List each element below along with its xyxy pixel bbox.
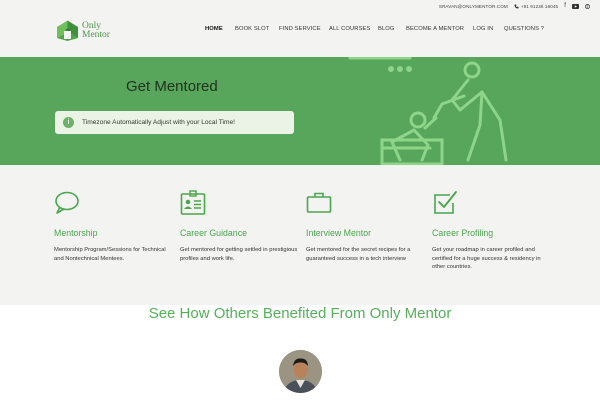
- briefcase-icon: [306, 192, 332, 213]
- top-contact-bar: SRAVAN@ONLYMENTOR.COM +91 91236 16045 f: [439, 3, 590, 9]
- nav-log-in[interactable]: LOG IN: [473, 26, 504, 32]
- hero-title: Get Mentored: [126, 78, 218, 95]
- logo-text-line2: Mentor: [82, 29, 110, 40]
- logo-text: Only Mentor: [82, 21, 110, 40]
- youtube-icon[interactable]: [572, 3, 579, 9]
- nav-become-a-mentor[interactable]: BECOME A MENTOR: [406, 26, 473, 32]
- hero-banner: Get Mentored i Timezone Automatically Ad…: [0, 57, 600, 165]
- site-logo[interactable]: Only Mentor: [56, 19, 110, 42]
- testimonials-heading: See How Others Benefited From Only Mento…: [148, 305, 452, 322]
- feature-description: Mentorship Program/Sessions for Technica…: [54, 247, 166, 262]
- info-icon: i: [63, 117, 74, 128]
- feature-description: Get mentored for getting settled in pres…: [180, 247, 298, 262]
- nav-find-service[interactable]: FIND SERVICE: [279, 26, 329, 32]
- feature-description: Get your roadmap in career profiled and …: [432, 247, 541, 271]
- contact-phone-number: +91 91236 16045: [520, 3, 559, 9]
- feature-title: Mentorship: [54, 228, 98, 238]
- feature-mentorship: Mentorship Mentorship Program/Sessions f…: [54, 190, 172, 263]
- mentoring-illustration-icon: [348, 57, 508, 165]
- nav-book-slot[interactable]: BOOK SLOT: [235, 26, 279, 32]
- testimonials-section: See How Others Benefited From Only Mento…: [0, 305, 600, 400]
- feature-career-profiling: Career Profiling Get your roadmap in car…: [432, 190, 550, 272]
- nav-all-courses[interactable]: ALL COURSES: [329, 26, 378, 32]
- testimonial-avatar: [279, 350, 322, 393]
- logo-house-icon: [57, 20, 78, 41]
- main-nav: HOME BOOK SLOT FIND SERVICE ALL COURSES …: [205, 26, 544, 32]
- speech-bubble-icon: [55, 191, 79, 214]
- nav-questions[interactable]: QUESTIONS ?: [504, 26, 544, 32]
- feature-title: Interview Mentor: [306, 228, 372, 238]
- site-header: SRAVAN@ONLYMENTOR.COM +91 91236 16045 f …: [0, 0, 600, 57]
- feature-title: Career Guidance: [180, 228, 247, 238]
- facebook-icon[interactable]: f: [564, 3, 566, 9]
- checkbox-icon: [434, 191, 457, 214]
- nav-home[interactable]: HOME: [205, 26, 235, 32]
- timezone-notice: i Timezone Automatically Adjust with you…: [55, 111, 294, 134]
- features-section: Mentorship Mentorship Program/Sessions f…: [0, 165, 600, 305]
- contact-phone[interactable]: +91 91236 16045: [514, 4, 558, 9]
- skype-icon[interactable]: [585, 3, 590, 9]
- feature-title: Career Profiling: [432, 228, 494, 238]
- feature-description: Get mentored for the secret recipes for …: [306, 247, 411, 262]
- feature-interview-mentor: Interview Mentor Get mentored for the se…: [306, 190, 424, 263]
- timezone-notice-text: Timezone Automatically Adjust with your …: [82, 119, 235, 126]
- nav-blog[interactable]: BLOG: [378, 26, 406, 32]
- person-photo-icon: [279, 350, 322, 393]
- id-badge-icon: [180, 190, 206, 215]
- contact-email[interactable]: SRAVAN@ONLYMENTOR.COM: [439, 4, 508, 9]
- feature-career-guidance: Career Guidance Get mentored for getting…: [180, 190, 298, 263]
- phone-icon: [514, 4, 519, 8]
